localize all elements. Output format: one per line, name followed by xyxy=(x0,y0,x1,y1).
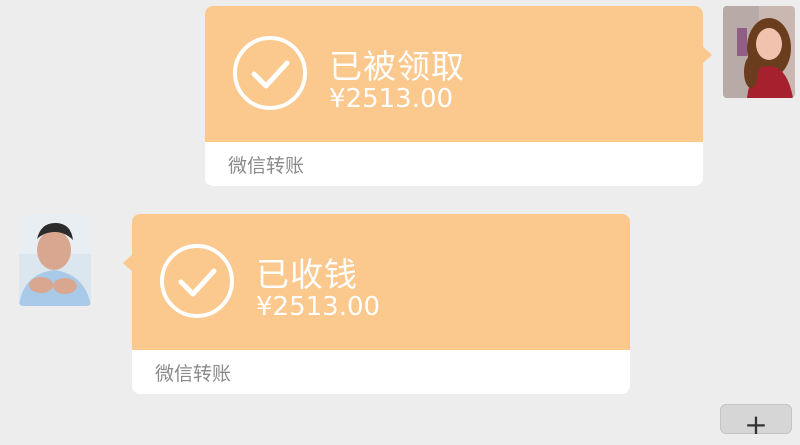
transfer-bubble-header: 已收钱 ¥2513.00 xyxy=(132,214,630,350)
woman-avatar-image xyxy=(723,6,795,98)
man-avatar-image xyxy=(19,214,91,306)
plus-button[interactable]: + xyxy=(720,404,792,441)
transfer-amount: ¥2513.00 xyxy=(256,292,381,322)
bubble-tail xyxy=(702,46,712,64)
transfer-label: 微信转账 xyxy=(155,363,232,385)
transfer-bubble-header: 已被领取 ¥2513.00 xyxy=(205,6,703,142)
transfer-bubble-received[interactable]: 已被领取 ¥2513.00 微信转账 xyxy=(205,6,712,186)
transfer-bubble-collected[interactable]: 已收钱 ¥2513.00 微信转账 xyxy=(123,214,630,394)
woman-avatar[interactable] xyxy=(723,6,795,98)
plus-icon: + xyxy=(744,408,768,441)
transfer-status: 已被领取 xyxy=(329,47,465,86)
transfer-amount: ¥2513.00 xyxy=(329,84,454,114)
check-circle-icon xyxy=(233,36,307,110)
man-avatar[interactable] xyxy=(19,214,91,306)
transfer-status: 已收钱 xyxy=(256,255,358,294)
bubble-tail xyxy=(123,254,133,272)
check-circle-icon xyxy=(160,244,234,318)
transfer-label: 微信转账 xyxy=(228,155,305,177)
